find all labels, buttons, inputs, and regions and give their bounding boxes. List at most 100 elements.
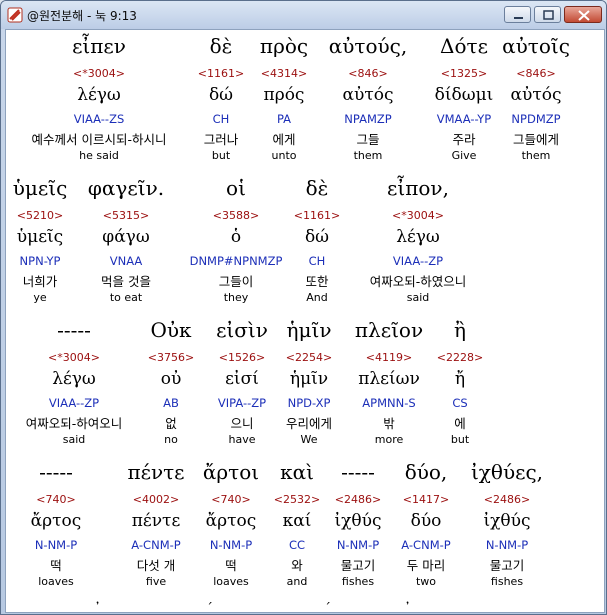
- word-korean: 와: [291, 558, 303, 573]
- word-strong: <2532>: [273, 493, 321, 506]
- word-english: them: [353, 149, 383, 162]
- word-korean: 없: [165, 416, 177, 431]
- close-button[interactable]: [564, 6, 602, 23]
- word-korean: 여짜오되-하였으니: [369, 274, 467, 289]
- partial-next-row: ΄: [324, 601, 331, 613]
- word-greek[interactable]: εἰσὶν: [216, 318, 268, 342]
- word-lemma: ὑμεῖς: [16, 227, 64, 247]
- word-korean: 우리에게: [285, 416, 333, 431]
- word-strong: <2228>: [436, 351, 484, 364]
- word-greek[interactable]: οἱ: [226, 176, 246, 200]
- word-lemma: ἰχθύς: [483, 511, 531, 531]
- word-greek[interactable]: δὲ: [306, 176, 329, 200]
- word-morph: N-NM-P: [485, 538, 529, 552]
- word-greek[interactable]: καὶ: [280, 460, 314, 484]
- word-morph: CC: [288, 538, 306, 552]
- word-morph: VIAA--ZP: [392, 254, 444, 268]
- word-strong: <4119>: [365, 351, 413, 364]
- word-strong: <1526>: [218, 351, 266, 364]
- word-greek[interactable]: ὑμεῖς: [13, 176, 68, 200]
- word-strong: <*3004>: [48, 351, 100, 364]
- word-strong: <5315>: [102, 209, 150, 222]
- word-strong: <846>: [348, 67, 388, 80]
- word-greek[interactable]: Δότε: [440, 34, 488, 58]
- word-greek[interactable]: ἰχθύες,: [471, 460, 543, 484]
- word-strong: <846>: [516, 67, 556, 80]
- word-morph: PA: [276, 112, 292, 126]
- word-lemma: φάγω: [102, 227, 150, 247]
- word-english: fishes: [341, 575, 375, 588]
- word-korean: 물고기: [489, 558, 525, 573]
- word-morph: N-NM-P: [209, 538, 253, 552]
- word-english: and: [286, 575, 308, 588]
- word-greek[interactable]: -----: [39, 460, 73, 484]
- word-lemma: καί: [282, 511, 312, 531]
- word-english: unto: [271, 149, 297, 162]
- word-greek[interactable]: δύο,: [405, 460, 448, 484]
- word-greek[interactable]: πέντε: [127, 460, 184, 484]
- word-korean: 그들에게: [512, 132, 560, 147]
- word-english: loaves: [213, 575, 249, 588]
- word-greek[interactable]: εἶπον,: [387, 176, 449, 200]
- word-korean: 그들: [356, 132, 380, 147]
- word-greek[interactable]: δὲ: [210, 34, 233, 58]
- word-english: have: [228, 433, 256, 446]
- word-english: fishes: [490, 575, 524, 588]
- word-korean: 그들이: [218, 274, 254, 289]
- word-english: more: [374, 433, 404, 446]
- word-english: said: [62, 433, 86, 446]
- word-strong: <2254>: [285, 351, 333, 364]
- word-strong: <4314>: [260, 67, 308, 80]
- word-greek[interactable]: αὐτούς,: [329, 34, 408, 58]
- word-english: five: [145, 575, 167, 588]
- word-greek[interactable]: ἢ: [454, 318, 466, 342]
- word-lemma: ἡμῖν: [289, 369, 329, 389]
- close-icon: [578, 10, 590, 21]
- word-greek[interactable]: πλεῖον: [355, 318, 423, 342]
- word-morph: VIAA--ZS: [73, 112, 125, 126]
- word-greek[interactable]: εἶπεν: [72, 34, 126, 58]
- word-greek[interactable]: -----: [57, 318, 91, 342]
- word-greek[interactable]: φαγεῖν.: [88, 176, 164, 200]
- word-english: ye: [33, 291, 47, 304]
- word-lemma: δώ: [208, 85, 234, 105]
- word-greek[interactable]: ἡμῖν: [287, 318, 332, 342]
- word-morph: A-CNM-P: [401, 538, 451, 552]
- word-greek[interactable]: πρὸς: [260, 34, 308, 58]
- partial-next-row: ᾿: [404, 601, 411, 613]
- word-greek[interactable]: αὐτοῖς: [502, 34, 570, 58]
- minimize-icon: [514, 17, 523, 19]
- interlinear-text-area[interactable]: ᾽ ΄ ΄ ᾿ εἶπεν <*3004> λέγω VIAA--ZS 예수께서 이르시…: [5, 29, 605, 613]
- word-english: no: [164, 433, 178, 446]
- word-korean: 떡: [50, 558, 62, 573]
- word-korean: 으니: [230, 416, 254, 431]
- word-korean: 또한: [305, 274, 329, 289]
- word-lemma: πέντε: [131, 511, 181, 531]
- word-morph: N-NM-P: [34, 538, 78, 552]
- word-strong: <1161>: [293, 209, 341, 222]
- word-korean: 물고기: [340, 558, 376, 573]
- partial-next-row: ΄: [206, 601, 213, 613]
- word-greek[interactable]: -----: [341, 460, 375, 484]
- word-morph: NPN-YP: [19, 254, 61, 268]
- word-korean: 떡: [225, 558, 237, 573]
- word-english: he said: [79, 149, 119, 162]
- word-morph: DNMP#NPNMZP: [189, 254, 283, 268]
- word-lemma: πρός: [263, 85, 305, 105]
- word-english: Give: [451, 149, 477, 162]
- word-korean: 주라: [452, 132, 476, 147]
- word-lemma: δύο: [410, 511, 442, 531]
- word-strong: <2486>: [483, 493, 531, 506]
- title-bar[interactable]: @원전분해 - 눅 9:13: [1, 1, 606, 29]
- maximize-button[interactable]: [534, 6, 561, 23]
- word-lemma: ἄρτος: [205, 511, 257, 531]
- minimize-button[interactable]: [504, 6, 531, 23]
- word-greek[interactable]: Οὐκ: [150, 318, 191, 342]
- word-english: said: [406, 291, 430, 304]
- word-korean: 에게: [272, 132, 296, 147]
- window-title: @원전분해 - 눅 9:13: [27, 9, 137, 23]
- word-morph: A-CNM-P: [131, 538, 181, 552]
- word-korean: 다섯 개: [136, 558, 176, 573]
- word-lemma: δίδωμι: [434, 85, 494, 105]
- word-greek[interactable]: ἄρτοι: [203, 460, 259, 484]
